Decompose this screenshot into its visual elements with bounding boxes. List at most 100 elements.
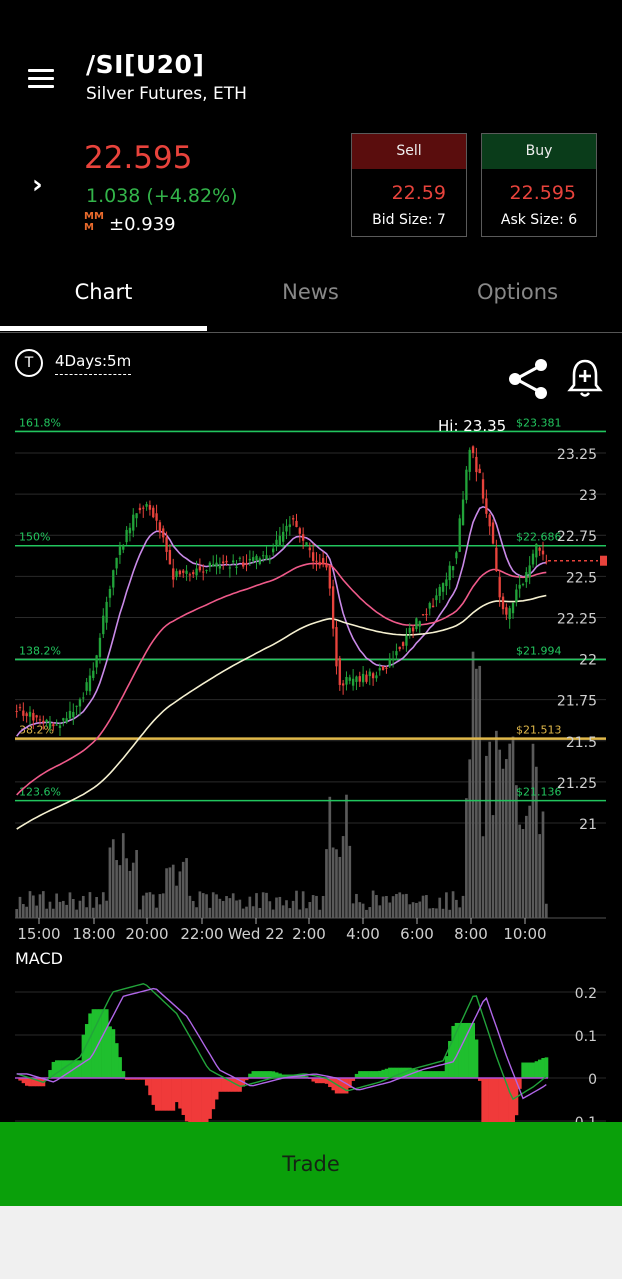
candle-body	[425, 614, 428, 616]
time-tick-label: 22:00	[180, 925, 223, 943]
sell-button[interactable]: Sell 22.59 Bid Size: 7	[351, 133, 467, 237]
macd-histogram-bar	[78, 1060, 82, 1078]
candle-body	[385, 667, 388, 669]
macd-histogram-bar	[341, 1078, 346, 1094]
candle-body	[268, 559, 272, 561]
macd-histogram-bar	[374, 1071, 379, 1078]
candle-body	[318, 562, 321, 566]
volume-bar	[475, 668, 478, 918]
candle-body	[521, 584, 525, 586]
price-tick-label: 23.25	[557, 447, 597, 463]
volume-bar	[465, 798, 468, 918]
volume-bar	[31, 895, 35, 918]
candle-body	[48, 721, 52, 729]
price-chart[interactable]: 161.8% $23.381 150% $22.686 138.2% $21.994 38.…	[0, 410, 622, 1122]
macd-histogram-bar	[491, 1078, 495, 1122]
fib-price-label: $23.381	[516, 416, 562, 429]
volume-bar	[245, 906, 248, 918]
candle-body	[118, 546, 122, 555]
candle-body	[288, 524, 291, 528]
candle-body	[285, 525, 288, 532]
timeframe-selector[interactable]: 4Days:5m	[55, 352, 132, 375]
sell-label: Sell	[352, 134, 466, 169]
candle-body	[448, 565, 451, 581]
macd-histogram-bar	[231, 1078, 236, 1092]
buy-button[interactable]: Buy 22.595 Ask Size: 6	[481, 133, 597, 237]
macd-histogram-bar	[164, 1078, 169, 1111]
volume-bar	[461, 895, 465, 918]
volume-bar	[145, 892, 148, 918]
volume-bar	[331, 847, 335, 918]
candle-body	[398, 646, 401, 650]
chevron-right-icon[interactable]: ›	[32, 170, 43, 200]
price-tick-label: 22.5	[566, 570, 597, 586]
macd-histogram-bar	[154, 1078, 159, 1111]
candle-body	[478, 468, 481, 474]
candle-body	[531, 553, 535, 565]
candle-body	[185, 570, 188, 574]
add-alert-bell-icon[interactable]	[566, 358, 604, 400]
candle-body	[431, 605, 435, 608]
macd-histogram-bar	[444, 1056, 449, 1078]
volume-bar	[398, 892, 402, 918]
fib-price-label: $21.136	[516, 786, 562, 799]
fib-percent-label: 150%	[19, 531, 50, 544]
candle-body	[62, 718, 65, 721]
macd-histogram-bar	[481, 1078, 486, 1122]
candle-body	[298, 528, 301, 534]
candle-body	[355, 676, 358, 682]
volume-bar	[361, 903, 365, 918]
symbol-subtitle: Silver Futures, ETH	[86, 84, 247, 104]
candle-body	[245, 562, 248, 565]
candle-body	[388, 658, 391, 667]
volume-bar	[471, 651, 475, 918]
trade-button[interactable]: Trade	[0, 1122, 622, 1206]
macd-histogram-bar	[184, 1078, 189, 1122]
candle-body	[371, 673, 375, 679]
macd-histogram-bar	[368, 1071, 372, 1078]
candle-body	[418, 621, 421, 627]
volume-bar	[395, 893, 398, 918]
candle-body	[351, 678, 355, 686]
macd-histogram-bar	[21, 1078, 26, 1084]
volume-bar	[418, 901, 422, 918]
volume-bar	[128, 870, 132, 918]
tab-news[interactable]: News	[207, 280, 414, 304]
volume-bar	[161, 893, 165, 918]
share-icon[interactable]	[505, 357, 551, 401]
volume-bar	[488, 741, 492, 918]
macd-histogram-bar	[488, 1078, 492, 1122]
volume-bar	[191, 900, 195, 918]
volume-bar	[155, 907, 158, 918]
tab-options[interactable]: Options	[414, 280, 621, 304]
macd-histogram-bar	[148, 1078, 152, 1096]
candle-body	[295, 520, 298, 528]
macd-histogram-bar	[541, 1058, 545, 1078]
volume-bar	[381, 896, 385, 918]
candle-body	[32, 712, 35, 721]
menu-icon[interactable]	[26, 66, 58, 92]
candle-body	[172, 568, 175, 580]
macd-axis: 0.2 0.1 0 -0.1	[570, 986, 597, 1122]
candle-body	[28, 711, 32, 717]
volume-bar	[48, 901, 52, 918]
volume-bar	[401, 894, 405, 918]
candle-body	[518, 584, 521, 589]
macd-histogram-bar	[221, 1078, 226, 1092]
macd-histogram-bar	[118, 1057, 122, 1078]
volume-bar	[178, 871, 182, 918]
drawing-tool-icon[interactable]: T	[15, 349, 43, 377]
candle-body	[98, 637, 102, 657]
candle-body	[545, 561, 548, 563]
candle-body	[125, 529, 128, 543]
volume-bar	[208, 907, 212, 918]
volume-bar	[355, 893, 358, 918]
candle-body	[348, 677, 351, 681]
tab-chart[interactable]: Chart	[0, 280, 207, 304]
volume-bar	[351, 903, 355, 918]
volume-bar	[408, 904, 412, 918]
macd-histogram-bar	[211, 1078, 216, 1110]
candle-body	[308, 547, 311, 551]
candle-body	[175, 571, 178, 577]
macd-histogram-bar	[204, 1078, 209, 1122]
